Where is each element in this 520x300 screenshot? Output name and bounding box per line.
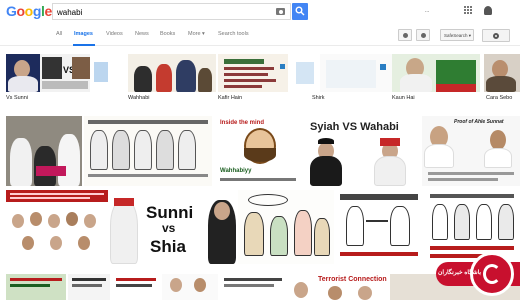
image-result[interactable]: Sunni vs Shia [110,190,236,264]
google-images-page: Google ... All Images Videos News Books … [0,0,520,300]
settings-gear-icon[interactable] [482,29,510,42]
header: Google ... [0,0,520,24]
image-result[interactable]: VS [40,54,90,92]
image-result[interactable] [90,54,112,92]
tab-more[interactable]: More ▾ [188,31,205,37]
image-result[interactable] [6,274,66,300]
camera-icon[interactable] [276,8,285,15]
tab-search-tools[interactable]: Search tools [218,31,249,37]
news-watermark: باشگاه خبرنگاران [436,246,520,300]
image-result[interactable]: Inside the mind Wahhabiyy [214,116,302,186]
notifications-icon[interactable] [484,6,492,15]
image-result[interactable] [68,274,110,300]
image-result[interactable] [6,190,108,264]
tab-all[interactable]: All [56,31,62,37]
image-result[interactable] [392,54,480,92]
tab-news[interactable]: News [135,31,149,37]
globe-icon[interactable] [416,29,430,41]
active-tab-indicator [73,44,95,46]
search-input[interactable] [57,6,267,18]
image-result[interactable] [128,54,216,92]
image-result[interactable] [84,116,212,186]
search-tabs: All Images Videos News Books More ▾ Sear… [0,24,520,46]
image-result[interactable]: Proof of Ahle Sunnat [422,116,520,186]
search-box[interactable] [52,3,291,20]
image-result[interactable] [220,274,286,300]
tab-books[interactable]: Books [160,31,175,37]
image-caption[interactable]: Wahhabi [128,95,150,101]
image-result[interactable] [292,54,320,92]
image-result[interactable] [162,274,218,300]
image-caption[interactable]: Kafir Hain [218,95,242,101]
image-result[interactable] [6,116,82,186]
search-button[interactable] [292,3,308,20]
tab-images[interactable]: Images [74,31,93,37]
image-result[interactable] [484,54,520,92]
image-caption[interactable]: Cara Sebo [486,95,512,101]
google-logo[interactable]: Google [6,3,52,19]
image-result[interactable]: Terrorist Connection [288,274,388,300]
image-result[interactable] [336,190,422,264]
image-caption[interactable]: Vs Sunni [6,95,28,101]
safesearch-dropdown[interactable]: SafeSearch ▾ [440,29,474,41]
apps-grid-icon[interactable] [464,6,472,14]
image-caption[interactable]: Shirk [312,95,325,101]
person-icon[interactable] [398,29,412,41]
image-result[interactable] [238,190,334,264]
image-result[interactable] [218,54,288,92]
tab-videos[interactable]: Videos [106,31,123,37]
image-result[interactable]: Syiah VS Wahabi [304,116,420,186]
image-result[interactable] [320,54,392,92]
image-caption[interactable]: Kaun Hai [392,95,415,101]
magnifier-icon [295,6,305,16]
username[interactable]: ... [425,8,429,14]
image-result[interactable] [6,54,40,92]
image-result[interactable] [112,274,160,300]
